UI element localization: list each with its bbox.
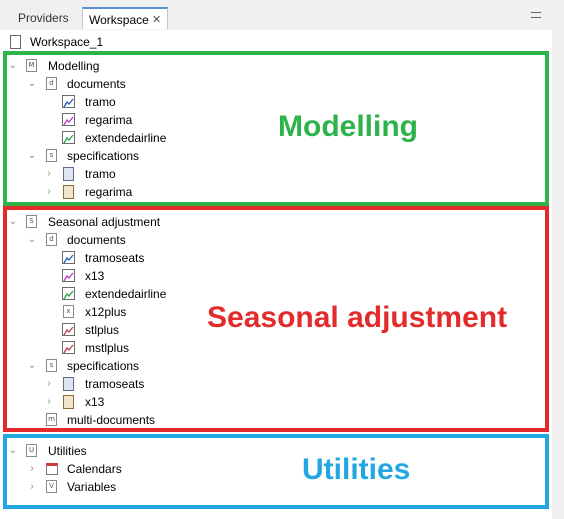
chevron-down-icon[interactable]: ⌄: [27, 357, 37, 375]
utilities-folder-icon: U: [26, 444, 37, 457]
tree-node-label: Utilities: [48, 444, 87, 458]
extendedairline-series-icon: [62, 287, 75, 300]
seasonal-annotation: Seasonal adjustment: [207, 301, 508, 334]
chevron-down-icon[interactable]: ⌄: [8, 213, 18, 231]
tree-node-label: Calendars: [67, 462, 122, 476]
stlplus-series-icon: [62, 323, 75, 336]
chevron-down-icon[interactable]: ⌄: [8, 442, 18, 460]
multi-documents-folder-icon: m: [46, 413, 57, 426]
x13-series-icon: [62, 269, 75, 282]
spec-icon: [63, 185, 74, 199]
tree-leaf-label: tramo: [85, 167, 116, 181]
workspace-label: Workspace_1: [30, 35, 104, 49]
documents-folder-icon: d: [46, 233, 57, 246]
tree-leaf-label: tramo: [85, 95, 116, 109]
chevron-down-icon[interactable]: ⌄: [27, 147, 37, 165]
tree-node-label: Seasonal adjustment: [48, 215, 161, 229]
chevron-right-icon[interactable]: ›: [44, 375, 54, 393]
chevron-right-icon[interactable]: ›: [27, 460, 37, 478]
chevron-down-icon[interactable]: ⌄: [27, 75, 37, 93]
tree-leaf-label: x13: [85, 269, 105, 283]
tree-node-label: Variables: [67, 480, 117, 494]
tramo-series-icon: [62, 95, 75, 108]
tree-node-label: multi-documents: [67, 413, 156, 427]
tree-leaf-label: regarima: [85, 113, 133, 127]
spec-icon: [63, 395, 74, 409]
regarima-series-icon: [62, 113, 75, 126]
modelling-folder-icon: M: [26, 59, 37, 72]
tab-providers[interactable]: Providers: [10, 7, 82, 29]
x12plus-doc-icon: x: [63, 305, 74, 318]
tree-node-label: Modelling: [48, 59, 100, 73]
tree-leaf-label: stlplus: [85, 323, 120, 337]
tree-node-label: documents: [67, 233, 126, 247]
chevron-right-icon[interactable]: ›: [27, 478, 37, 496]
chevron-right-icon[interactable]: ›: [44, 183, 54, 201]
tab-bar: Providers Workspace ✕: [0, 0, 564, 30]
tramoseats-series-icon: [62, 251, 75, 264]
tree-leaf-label: x13: [85, 395, 105, 409]
specifications-folder-icon: s: [46, 359, 57, 372]
spec-icon: [63, 167, 74, 181]
tree-node-label: specifications: [67, 149, 140, 163]
extendedairline-series-icon: [62, 131, 75, 144]
document-icon: [10, 35, 21, 49]
utilities-annotation: Utilities: [302, 453, 411, 486]
tab-workspace[interactable]: Workspace ✕: [82, 7, 168, 29]
chevron-right-icon[interactable]: ›: [44, 165, 54, 183]
tree-leaf-label: regarima: [85, 185, 133, 199]
tree-leaf-label: extendedairline: [85, 287, 167, 301]
chevron-down-icon[interactable]: ⌄: [8, 57, 18, 75]
specifications-folder-icon: s: [46, 149, 57, 162]
tab-providers-label: Providers: [18, 11, 69, 25]
mstlplus-series-icon: [62, 341, 75, 354]
tree-node-label: specifications: [67, 359, 140, 373]
chevron-down-icon[interactable]: ⌄: [27, 231, 37, 249]
calendar-icon: [46, 463, 58, 475]
close-icon[interactable]: ✕: [152, 9, 161, 31]
tree-leaf-label: mstlplus: [85, 341, 130, 355]
spec-icon: [63, 377, 74, 391]
variables-folder-icon: V: [46, 480, 57, 493]
chevron-right-icon[interactable]: ›: [44, 393, 54, 411]
documents-folder-icon: d: [46, 77, 57, 90]
seasonal-folder-icon: S: [26, 215, 37, 228]
minimize-icon[interactable]: [531, 12, 541, 18]
tree-leaf-label: tramoseats: [85, 251, 145, 265]
modelling-annotation: Modelling: [278, 110, 418, 143]
tree-leaf-label: tramoseats: [85, 377, 145, 391]
tab-workspace-label: Workspace: [89, 13, 149, 27]
tree-node-label: documents: [67, 77, 126, 91]
scrollbar[interactable]: [552, 30, 564, 519]
tree-leaf-label: extendedairline: [85, 131, 167, 145]
tree-leaf-label: x12plus: [85, 305, 127, 319]
